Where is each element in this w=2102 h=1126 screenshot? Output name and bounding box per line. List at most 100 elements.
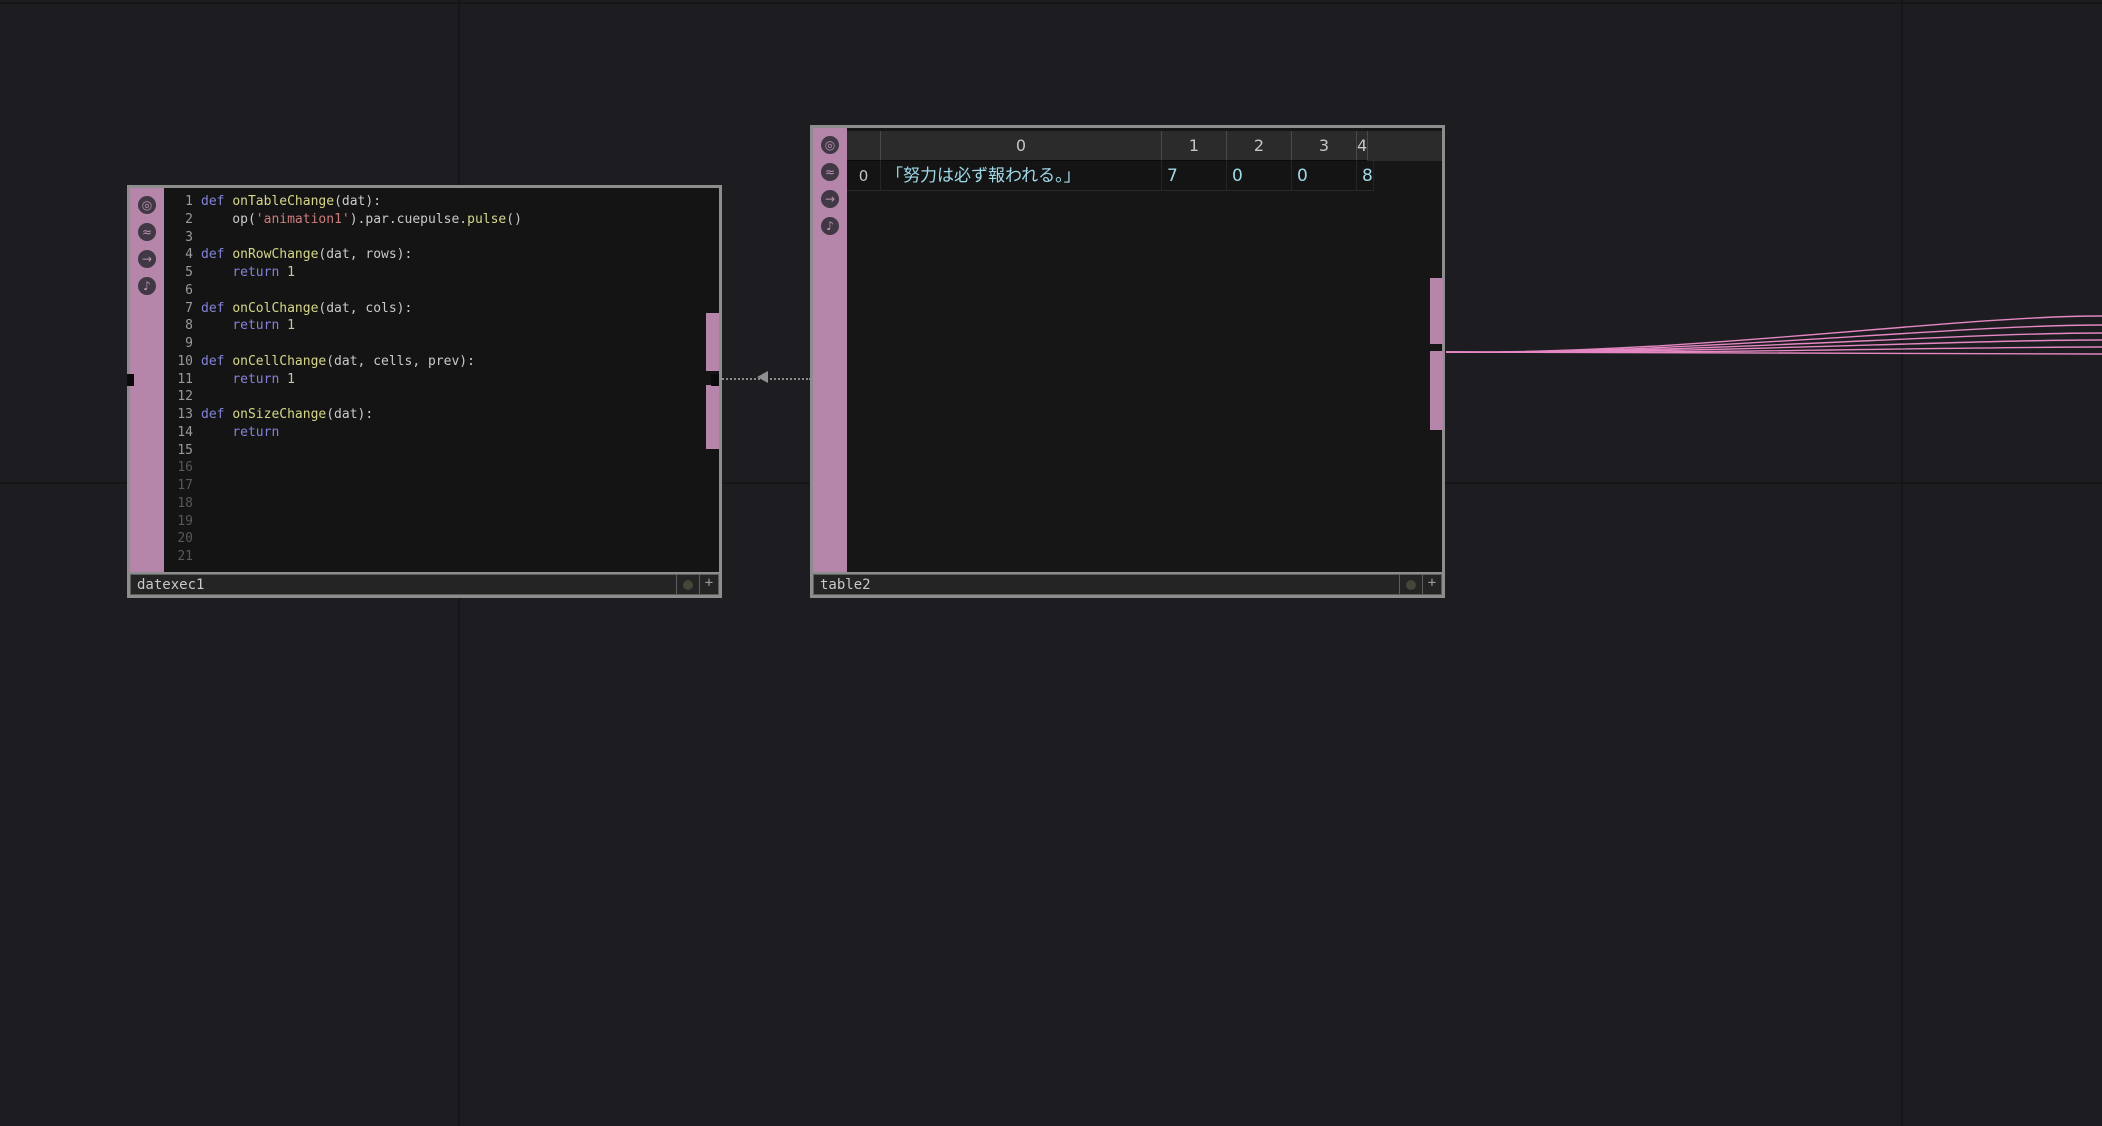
- code-line: 9: [166, 335, 719, 353]
- code-line: 8 return 1: [166, 317, 719, 335]
- code-line: 6: [166, 282, 719, 300]
- line-number: 3: [166, 229, 193, 247]
- column-header[interactable]: 0: [881, 131, 1162, 161]
- code-text: return 1: [201, 317, 295, 335]
- line-number: 13: [166, 406, 193, 424]
- dat-table-viewer[interactable]: 01234 0「努力は必ず報われる。」7008: [847, 128, 1442, 572]
- line-number: 4: [166, 246, 193, 264]
- code-text: return 1: [201, 264, 295, 282]
- node-namebar: datexec1 +: [130, 574, 719, 595]
- code-text: def onColChange(dat, cols):: [201, 300, 412, 318]
- code-text: return 1: [201, 371, 295, 389]
- output-wire[interactable]: [1446, 352, 2102, 354]
- code-line: 15: [166, 442, 719, 460]
- node-body: ◎≈→♪ 01234 0「努力は必ず報われる。」7008: [813, 128, 1442, 572]
- status-dot[interactable]: [1406, 580, 1416, 590]
- line-number: 8: [166, 317, 193, 335]
- namebar-controls: +: [676, 575, 718, 594]
- code-line: 12: [166, 388, 719, 406]
- code-line: 18: [166, 495, 719, 513]
- code-line: 3: [166, 229, 719, 247]
- output-connector[interactable]: [1430, 278, 1443, 344]
- code-text: def onCellChange(dat, cells, prev):: [201, 353, 475, 371]
- network-canvas[interactable]: ◎≈→♪ 1def onTableChange(dat):2 op('anima…: [0, 0, 2102, 1126]
- namebar-controls: +: [1399, 575, 1441, 594]
- code-line: 14 return: [166, 424, 719, 442]
- table-cell[interactable]: 「努力は必ず報われる。」: [881, 161, 1162, 191]
- line-number: 15: [166, 442, 193, 460]
- reference-wire-arrow-icon: [757, 371, 768, 383]
- row-header[interactable]: 0: [847, 161, 881, 191]
- expand-button[interactable]: +: [1422, 575, 1441, 594]
- code-line: 10 def onCellChange(dat, cells, prev):: [166, 353, 719, 371]
- line-number: 16: [166, 459, 193, 477]
- table-cell[interactable]: 7: [1162, 161, 1227, 191]
- code-line: 21: [166, 548, 719, 566]
- line-number: 19: [166, 513, 193, 531]
- activity-flag-icon[interactable]: ≈: [821, 163, 839, 181]
- code-text: def onRowChange(dat, rows):: [201, 246, 412, 264]
- expand-button[interactable]: +: [699, 575, 718, 594]
- code-text: op('animation1').par.cuepulse.pulse(): [201, 211, 522, 229]
- table-header-row: 01234: [847, 131, 1442, 161]
- viewer-flag-icon[interactable]: ◎: [821, 136, 839, 154]
- output-wire[interactable]: [1446, 316, 2102, 352]
- table-rows: 0「努力は必ず報われる。」7008: [847, 161, 1442, 191]
- status-dot[interactable]: [683, 580, 693, 590]
- line-number: 1: [166, 193, 193, 211]
- column-header[interactable]: 3: [1292, 131, 1357, 161]
- node-table2[interactable]: ◎≈→♪ 01234 0「努力は必ず報われる。」7008 table2 +: [810, 125, 1445, 598]
- output-wire[interactable]: [1446, 333, 2102, 352]
- output-connector[interactable]: [706, 385, 719, 449]
- node-body: ◎≈→♪ 1def onTableChange(dat):2 op('anima…: [130, 188, 719, 572]
- code-line: 19: [166, 513, 719, 531]
- code-line: 16: [166, 459, 719, 477]
- language-flag-icon[interactable]: ♪: [138, 277, 156, 295]
- column-header[interactable]: 4: [1357, 131, 1368, 161]
- line-number: 14: [166, 424, 193, 442]
- column-header[interactable]: 1: [1162, 131, 1227, 161]
- node-flag-sidebar: ◎ ≈ → ♪: [130, 188, 164, 572]
- line-number: 5: [166, 264, 193, 282]
- export-flag-icon[interactable]: →: [821, 190, 839, 208]
- output-connector[interactable]: [706, 313, 719, 371]
- node-name-label[interactable]: table2: [820, 577, 1399, 593]
- code-line: 11 return 1: [166, 371, 719, 389]
- line-number: 11: [166, 371, 193, 389]
- code-line: 17: [166, 477, 719, 495]
- dat-code-viewer[interactable]: 1def onTableChange(dat):2 op('animation1…: [164, 188, 719, 572]
- code-line: 1 def onTableChange(dat):: [166, 193, 719, 211]
- line-number: 21: [166, 548, 193, 566]
- line-number: 6: [166, 282, 193, 300]
- line-number: 10: [166, 353, 193, 371]
- language-flag-icon[interactable]: ♪: [821, 217, 839, 235]
- reference-output-connector[interactable]: [711, 374, 719, 386]
- code-line: 2 op('animation1').par.cuepulse.pulse(): [166, 211, 719, 229]
- code-text: def onTableChange(dat):: [201, 193, 381, 211]
- line-number: 7: [166, 300, 193, 318]
- code-line: 13 def onSizeChange(dat):: [166, 406, 719, 424]
- line-number: 2: [166, 211, 193, 229]
- table-cell[interactable]: 0: [1292, 161, 1357, 191]
- code-text: return: [201, 424, 279, 442]
- export-flag-icon[interactable]: →: [138, 250, 156, 268]
- output-connector[interactable]: [1430, 351, 1443, 430]
- viewer-flag-icon[interactable]: ◎: [138, 196, 156, 214]
- node-namebar: table2 +: [813, 574, 1442, 595]
- code-text: def onSizeChange(dat):: [201, 406, 373, 424]
- code-line: 5 return 1: [166, 264, 719, 282]
- node-flag-sidebar: ◎ ≈ → ♪: [813, 128, 847, 572]
- activity-flag-icon[interactable]: ≈: [138, 223, 156, 241]
- code-line: 7 def onColChange(dat, cols):: [166, 300, 719, 318]
- node-name-label[interactable]: datexec1: [137, 577, 676, 593]
- line-number: 20: [166, 530, 193, 548]
- input-connector[interactable]: [127, 374, 134, 386]
- table-cell[interactable]: 0: [1227, 161, 1292, 191]
- table-row: 0「努力は必ず報われる。」7008: [847, 161, 1442, 191]
- table-cell[interactable]: 8: [1357, 161, 1374, 191]
- line-number: 12: [166, 388, 193, 406]
- column-header[interactable]: 2: [1227, 131, 1292, 161]
- code-line: 20: [166, 530, 719, 548]
- node-datexec1[interactable]: ◎≈→♪ 1def onTableChange(dat):2 op('anima…: [127, 185, 722, 598]
- code-line: 4 def onRowChange(dat, rows):: [166, 246, 719, 264]
